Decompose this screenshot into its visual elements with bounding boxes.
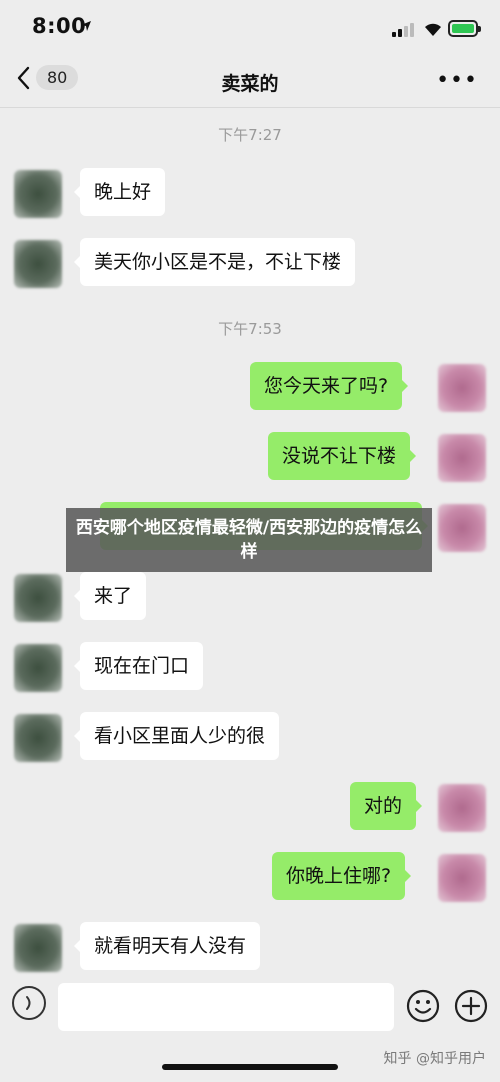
received-message[interactable]: 就看明天有人没有 bbox=[73, 922, 261, 970]
voice-icon bbox=[26, 996, 31, 1010]
contact-avatar[interactable] bbox=[14, 924, 62, 972]
sent-message[interactable]: 你晚上住哪? bbox=[272, 852, 412, 900]
sent-message[interactable]: 您今天来了吗? bbox=[250, 362, 409, 410]
sent-message[interactable]: 没说不让下楼 bbox=[268, 432, 417, 480]
received-message[interactable]: 来了 bbox=[73, 572, 147, 620]
received-message[interactable]: 美天你小区是不是，不让下楼 bbox=[73, 238, 356, 286]
voice-input-button[interactable] bbox=[12, 986, 46, 1020]
sent-message[interactable]: 对的 bbox=[350, 782, 423, 830]
chat-title: 卖菜的 bbox=[221, 73, 279, 95]
contact-avatar[interactable] bbox=[14, 574, 62, 622]
received-message[interactable]: 看小区里面人少的很 bbox=[73, 712, 280, 760]
received-message[interactable]: 晚上好 bbox=[73, 168, 166, 216]
my-avatar[interactable] bbox=[438, 434, 486, 482]
status-time: 8:00 bbox=[32, 14, 87, 38]
location-arrow-icon bbox=[81, 21, 91, 31]
my-avatar[interactable] bbox=[438, 784, 486, 832]
my-avatar[interactable] bbox=[438, 854, 486, 902]
emoji-icon[interactable] bbox=[406, 989, 440, 1023]
add-more-icon[interactable] bbox=[454, 989, 488, 1023]
article-title-overlay: 西安哪个地区疫情最轻微/西安那边的疫情怎么样 bbox=[66, 508, 432, 572]
battery-icon bbox=[448, 20, 481, 37]
message-input[interactable] bbox=[58, 983, 394, 1031]
message-timestamp: 下午7:27 bbox=[218, 126, 282, 144]
my-avatar[interactable] bbox=[438, 504, 486, 552]
watermark: 知乎 @知乎用户 bbox=[383, 1051, 486, 1067]
status-bar: 8:00 bbox=[0, 0, 500, 56]
contact-avatar[interactable] bbox=[14, 644, 62, 692]
contact-avatar[interactable] bbox=[14, 240, 62, 288]
contact-avatar[interactable] bbox=[14, 714, 62, 762]
wifi-icon bbox=[425, 23, 441, 36]
received-message[interactable]: 现在在门口 bbox=[73, 642, 204, 690]
message-timestamp: 下午7:53 bbox=[218, 320, 282, 338]
chat-header: 80 卖菜的 ••• bbox=[0, 56, 500, 108]
more-options-button[interactable]: ••• bbox=[436, 68, 478, 93]
my-avatar[interactable] bbox=[438, 364, 486, 412]
home-indicator[interactable] bbox=[162, 1064, 338, 1070]
article-title: 西安哪个地区疫情最轻微/西安那边的疫情怎么样 bbox=[75, 518, 423, 562]
message-input-bar bbox=[0, 976, 500, 1042]
contact-avatar[interactable] bbox=[14, 170, 62, 218]
cellular-signal-icon bbox=[392, 21, 416, 37]
